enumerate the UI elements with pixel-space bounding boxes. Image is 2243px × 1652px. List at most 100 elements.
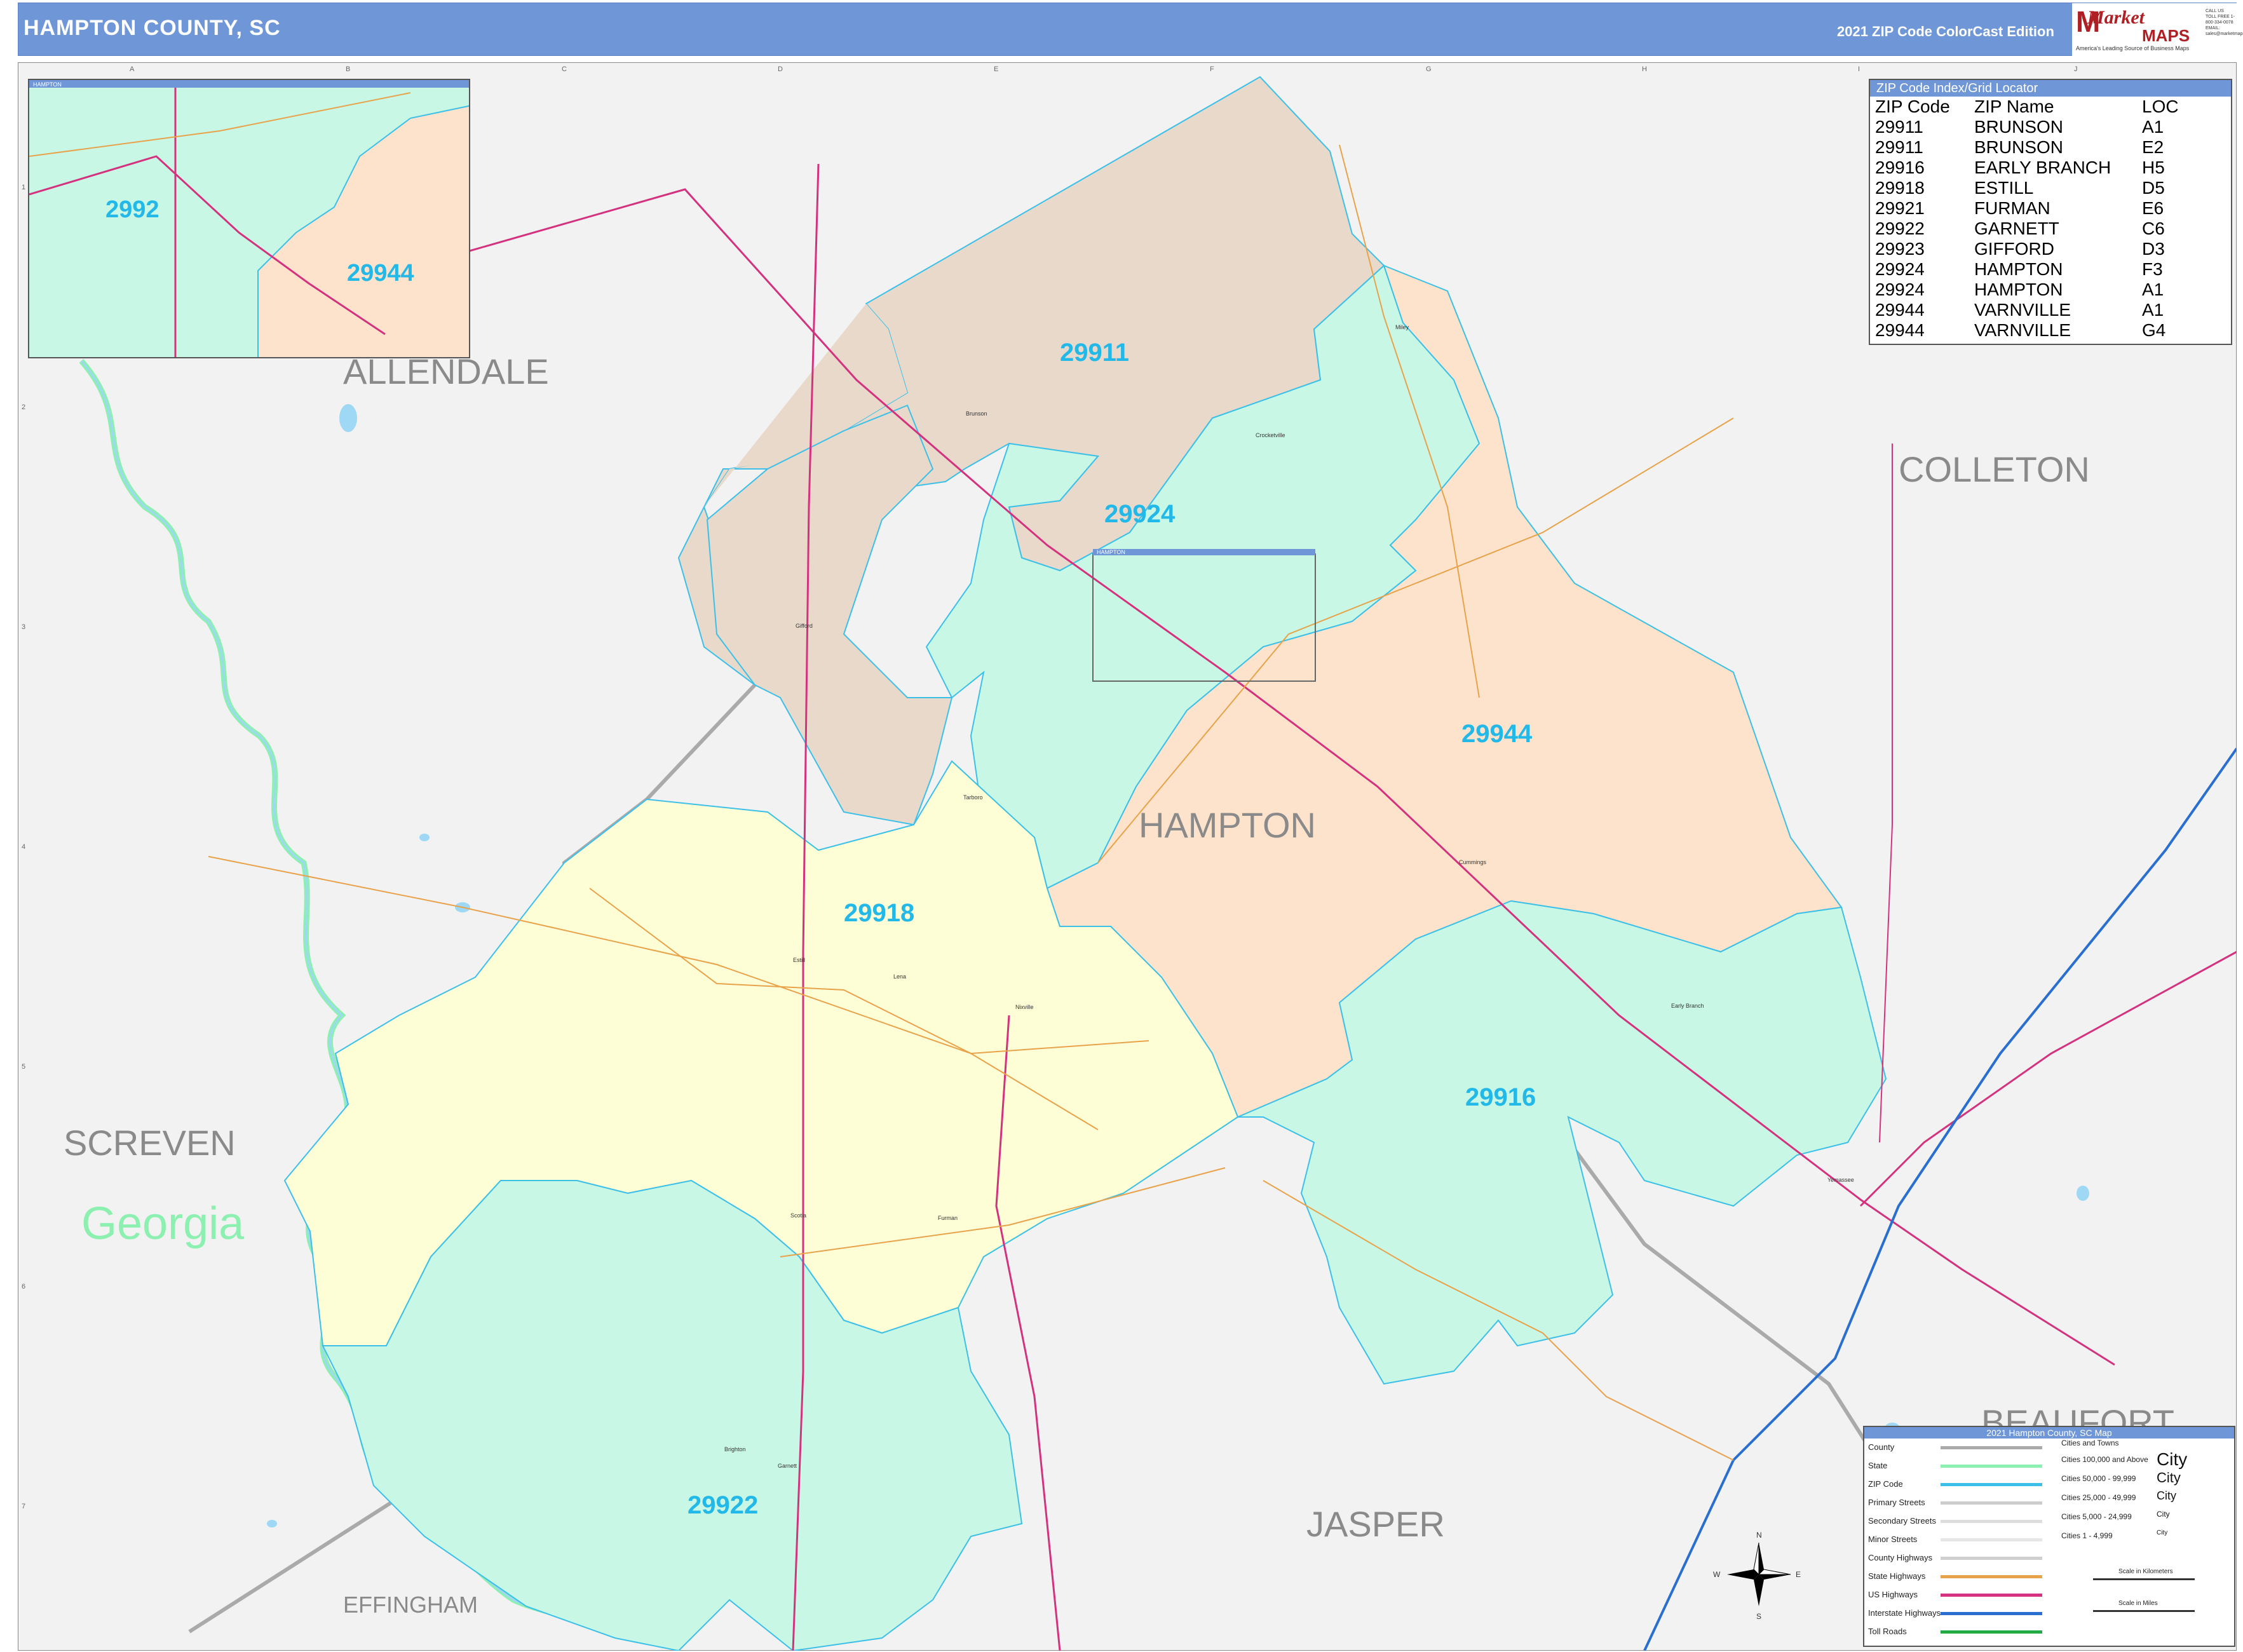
town-miley: Miley — [1395, 324, 1409, 330]
zip-index-loc: D3 — [2142, 239, 2165, 259]
grid-row-label: 7 — [22, 1503, 25, 1510]
logo-contact: CALL US TOLL FREE 1-800-334-0078 EMAIL: … — [2206, 9, 2243, 36]
zip-index-zip: 29924 — [1875, 259, 1925, 279]
legend-item-swatch — [1941, 1501, 2042, 1505]
zip-index-header: ZIP Code — [1875, 97, 1950, 116]
zip-index-name: GARNETT — [1974, 219, 2059, 238]
inset-locator-label: HAMPTON — [1097, 549, 1125, 555]
legend-item-swatch — [1941, 1575, 2042, 1578]
zip-index-loc: A1 — [2142, 117, 2164, 137]
zip-label-29924: 29924 — [1104, 500, 1176, 528]
inset-zip-left: 2992 — [105, 196, 159, 223]
grid-row-label: 1 — [22, 184, 25, 191]
zip-index-name: VARNVILLE — [1974, 320, 2071, 340]
zip-index-loc: G4 — [2142, 320, 2166, 340]
hampton-inset-map: HAMPTON 2992 29944 — [28, 79, 470, 358]
zip-index-zip: 29918 — [1875, 178, 1925, 198]
zip-index-loc: C6 — [2142, 219, 2165, 238]
legend-city-class: Cities 1 - 4,999 — [2061, 1531, 2113, 1540]
zip-index-zip: 29923 — [1875, 239, 1925, 259]
zip-index-name: EARLY BRANCH — [1974, 158, 2111, 177]
zip-index-zip: 29944 — [1875, 300, 1925, 320]
legend-city-sample: City — [2157, 1529, 2168, 1536]
zip-label-29911: 29911 — [1060, 339, 1129, 367]
grid-row-label: 5 — [22, 1063, 25, 1071]
zip-index-name: HAMPTON — [1974, 280, 2063, 299]
grid-col-label: F — [1210, 65, 1214, 73]
zip-index-loc: F3 — [2142, 259, 2163, 279]
town-early-branch: Early Branch — [1671, 1003, 1704, 1009]
legend-item-swatch — [1941, 1483, 2042, 1486]
zip-index-zip: 29944 — [1875, 320, 1925, 340]
zip-index-row: 29916 EARLY BRANCH H5 — [1873, 158, 2181, 178]
logo-brand: Market — [2087, 7, 2145, 28]
legend-city-sample: City — [2157, 1489, 2176, 1502]
inset-title: HAMPTON — [33, 81, 62, 88]
town-brighton: Brighton — [724, 1446, 746, 1452]
zip-index-zip: 29924 — [1875, 280, 1925, 299]
legend-scale-mi-bar — [2093, 1610, 2195, 1612]
legend-cities-title: Cities and Towns — [2061, 1439, 2119, 1447]
legend-city-class: Cities 100,000 and Above — [2061, 1455, 2148, 1464]
legend-item-label: Primary Streets — [1868, 1498, 1925, 1507]
zip-index-title: ZIP Code Index/Grid Locator — [1870, 80, 2231, 97]
legend-item-label: Toll Roads — [1868, 1627, 1907, 1636]
county-label-effingham: EFFINGHAM — [343, 1592, 478, 1618]
legend-item-swatch — [1941, 1557, 2042, 1560]
zip-index-loc: A1 — [2142, 300, 2164, 320]
zip-index-name: BRUNSON — [1974, 137, 2064, 157]
zip-index-row: 29918 ESTILL D5 — [1873, 178, 2181, 198]
zip-index-zip: 29921 — [1875, 198, 1925, 218]
legend-item-label: State — [1868, 1461, 1888, 1470]
town-estill: Estill — [793, 957, 805, 963]
zip-index-header: LOC — [2142, 97, 2179, 116]
zip-index-zip: 29911 — [1875, 137, 1923, 157]
town-yemassee: Yemassee — [1827, 1177, 1854, 1183]
zip-index-loc: H5 — [2142, 158, 2165, 177]
inset-zip-right: 29944 — [347, 260, 414, 287]
grid-col-label: D — [778, 65, 783, 73]
legend-item-swatch — [1941, 1465, 2042, 1468]
zip-index-row: 29924 HAMPTON A1 — [1873, 280, 2181, 300]
zip-code-index: ZIP Code Index/Grid Locator ZIP Code ZIP… — [1869, 79, 2232, 345]
grid-row-label: 3 — [22, 623, 25, 631]
town-furman: Furman — [938, 1215, 958, 1221]
zip-index-zip: 29916 — [1875, 158, 1925, 177]
logo-maps: MAPS — [2142, 26, 2190, 45]
county-label-jasper: JASPER — [1306, 1504, 1445, 1544]
zip-index-row: 29944 VARNVILLE A1 — [1873, 300, 2181, 320]
legend-item-swatch — [1941, 1538, 2042, 1541]
grid-col-label: I — [1858, 65, 1860, 73]
zip-index-name: HAMPTON — [1974, 259, 2063, 279]
legend-scale-km: Scale in Kilometers — [2118, 1568, 2173, 1575]
zip-label-29922: 29922 — [688, 1491, 758, 1519]
legend-item-swatch — [1941, 1446, 2042, 1449]
legend-scale-mi: Scale in Miles — [2118, 1600, 2158, 1607]
legend-city-sample: City — [2157, 1469, 2181, 1486]
zip-index-loc: E2 — [2142, 137, 2164, 157]
logo-slogan: America's Leading Source of Business Map… — [2076, 45, 2190, 51]
zip-index-name: ESTILL — [1974, 178, 2034, 198]
zip-label-29916: 29916 — [1465, 1083, 1536, 1111]
zip-index-loc: E6 — [2142, 198, 2164, 218]
legend-item-label: ZIP Code — [1868, 1479, 1903, 1489]
legend-city-class: Cities 50,000 - 99,999 — [2061, 1474, 2136, 1483]
legend-city-sample: City — [2157, 1449, 2188, 1469]
legend-city-sample: City — [2157, 1510, 2170, 1519]
grid-col-label: E — [994, 65, 998, 73]
zip-index-name: FURMAN — [1974, 198, 2050, 218]
zip-index-name: VARNVILLE — [1974, 300, 2071, 320]
compass-e: E — [1796, 1570, 1801, 1579]
zip-index-name: BRUNSON — [1974, 117, 2064, 137]
zip-index-loc: A1 — [2142, 280, 2164, 299]
legend-scale-km-bar — [2093, 1578, 2195, 1580]
zip-index-row: 29944 VARNVILLE G4 — [1873, 320, 2181, 341]
grid-col-label: B — [346, 65, 350, 73]
grid-col-label: G — [1426, 65, 1432, 73]
zip-index-zip: 29922 — [1875, 219, 1925, 238]
legend-item-label: US Highways — [1868, 1590, 1918, 1599]
county-label-colleton: COLLETON — [1899, 449, 2090, 489]
zip-index-row: 29911 BRUNSON A1 — [1873, 117, 2181, 137]
county-label-hampton: HAMPTON — [1139, 805, 1316, 845]
grid-col-label: A — [130, 65, 135, 73]
